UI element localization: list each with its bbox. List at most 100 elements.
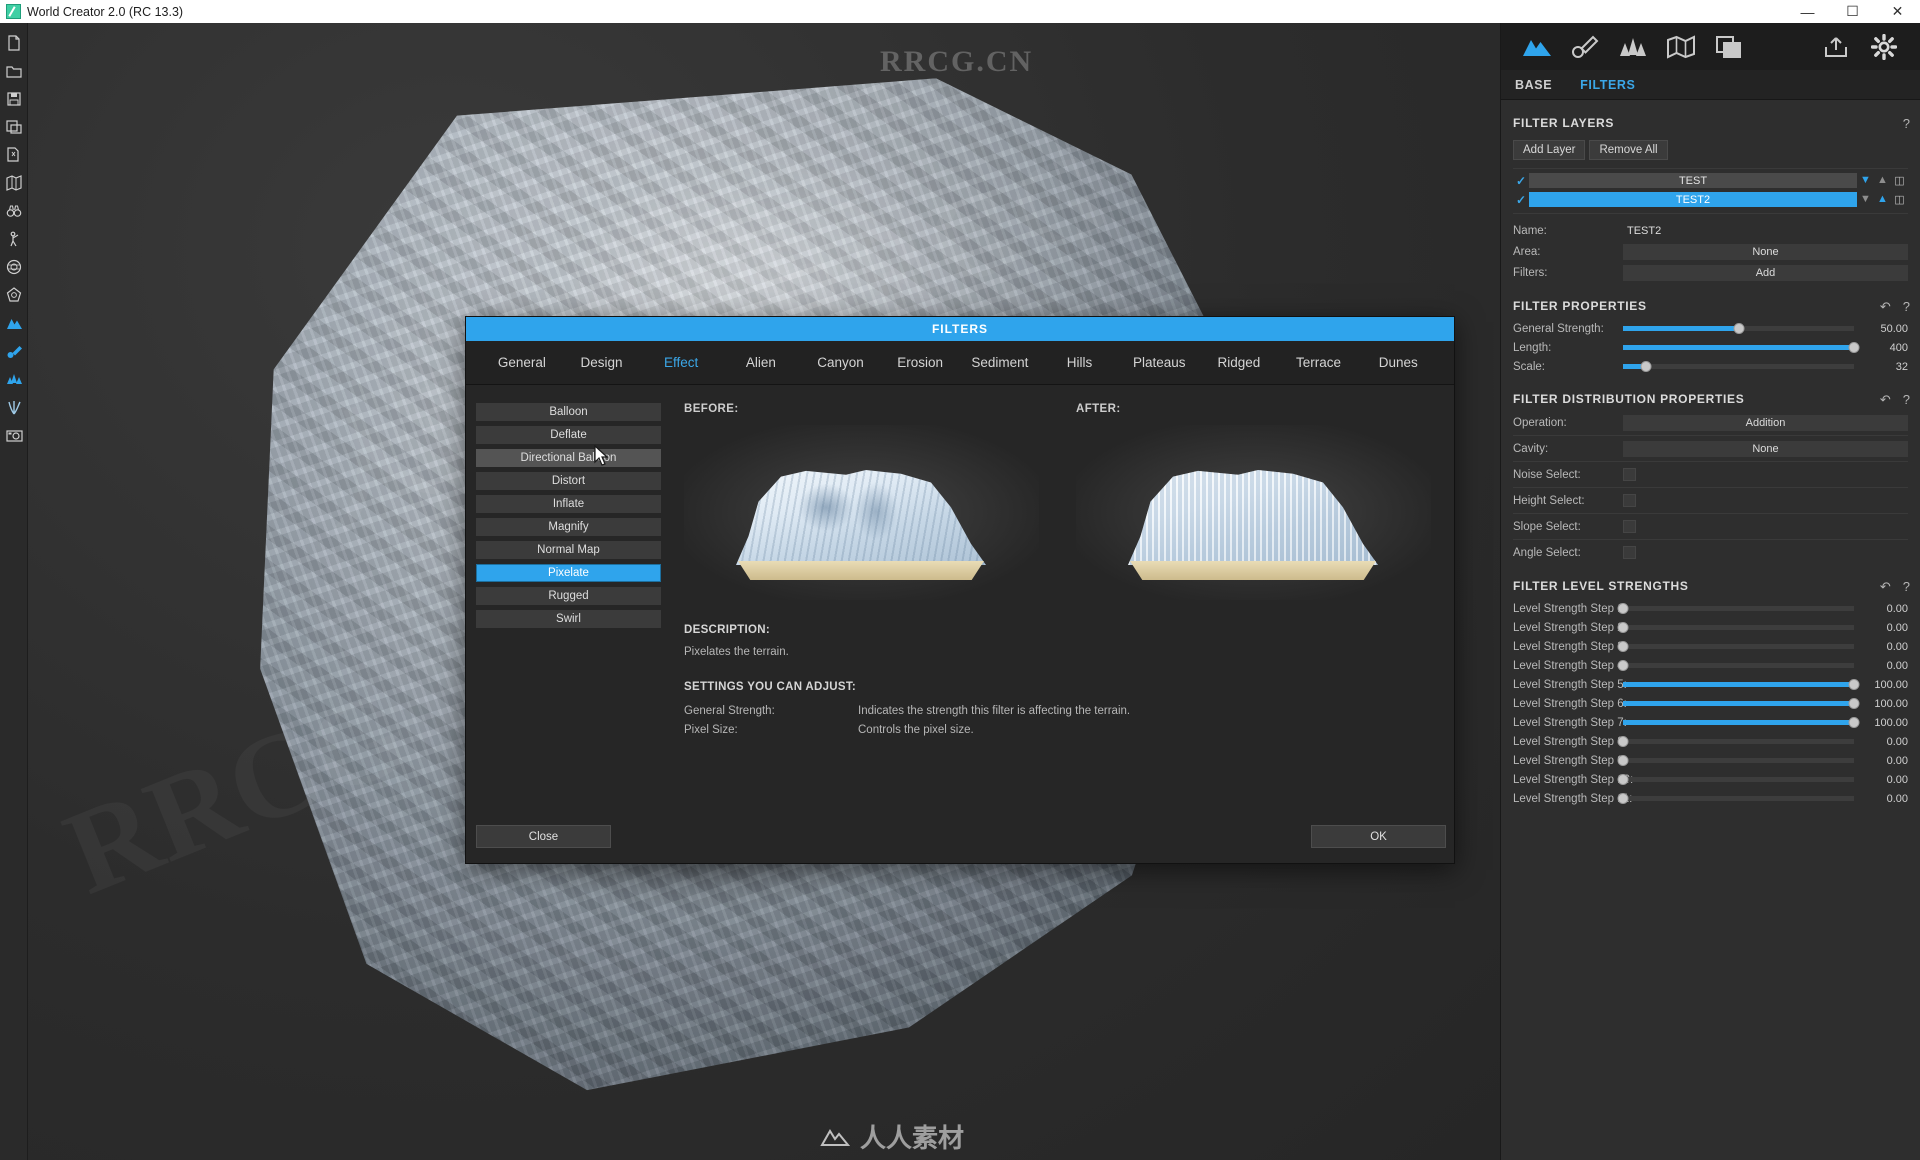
length-slider-row[interactable]: Length: 400 <box>1501 338 1920 357</box>
layer-filters-field-row[interactable]: Filters: Add <box>1501 262 1920 283</box>
new-file-icon[interactable] <box>0 29 28 57</box>
layer-name-label[interactable]: TEST2 <box>1529 192 1857 207</box>
angle-select-swatch[interactable] <box>1623 546 1636 559</box>
angle-select-row[interactable]: Angle Select: <box>1501 542 1920 563</box>
area-dropdown[interactable]: None <box>1623 243 1908 260</box>
dialog-tab-alien[interactable]: Alien <box>721 355 801 370</box>
height-select-row[interactable]: Height Select: <box>1501 490 1920 511</box>
filters-dialog-footer[interactable]: Close OK <box>466 815 1456 863</box>
level-strength-slider-row[interactable]: Level Strength Step 8: 0.00 <box>1501 732 1920 751</box>
slope-select-row[interactable]: Slope Select: <box>1501 516 1920 537</box>
dialog-tab-effect[interactable]: Effect <box>641 355 721 370</box>
filter-item-swirl[interactable]: Swirl <box>476 610 661 628</box>
layer-area-field-row[interactable]: Area: None <box>1501 241 1920 262</box>
name-input[interactable]: TEST2 <box>1623 223 1908 239</box>
dialog-tab-dunes[interactable]: Dunes <box>1358 355 1438 370</box>
filter-item-normal-map[interactable]: Normal Map <box>476 541 661 559</box>
filter-item-balloon[interactable]: Balloon <box>476 403 661 421</box>
dialog-tab-general[interactable]: General <box>482 355 562 370</box>
level-strength-slider-row[interactable]: Level Strength Step 11: 0.00 <box>1501 789 1920 808</box>
level-strength-slider-row[interactable]: Level Strength Step 7: 100.00 <box>1501 713 1920 732</box>
operation-row[interactable]: Operation: Addition <box>1501 412 1920 433</box>
filter-item-deflate[interactable]: Deflate <box>476 426 661 444</box>
filter-item-pixelate[interactable]: Pixelate <box>476 564 661 582</box>
layer-delete-icon[interactable]: ◫ <box>1891 193 1908 206</box>
map-mode-icon[interactable] <box>1657 27 1705 67</box>
noise-select-row[interactable]: Noise Select: <box>1501 464 1920 485</box>
slope-select-swatch[interactable] <box>1623 520 1636 533</box>
remove-all-button[interactable]: Remove All <box>1589 140 1668 160</box>
layer-name-field-row[interactable]: Name: TEST2 <box>1501 220 1920 241</box>
duplicate-icon[interactable] <box>0 141 28 169</box>
vegetation-mode-icon[interactable] <box>1609 27 1657 67</box>
filters-dialog-body[interactable]: Balloon Deflate Directional Balloon Distort… <box>466 385 1454 815</box>
map-icon[interactable] <box>0 169 28 197</box>
reset-icon[interactable]: ↶ <box>1880 580 1891 593</box>
level-strength-slider-row[interactable]: Level Strength Step 6: 100.00 <box>1501 694 1920 713</box>
settings-gear-icon[interactable] <box>1860 27 1908 67</box>
level-strength-slider[interactable] <box>1617 641 1854 652</box>
general-strength-slider-row[interactable]: General Strength: 50.00 <box>1501 319 1920 338</box>
layer-move-up-icon[interactable]: ▲ <box>1874 194 1891 205</box>
level-strength-slider[interactable] <box>1617 603 1854 614</box>
dialog-tab-hills[interactable]: Hills <box>1040 355 1120 370</box>
level-strength-slider-row[interactable]: Level Strength Step 5: 100.00 <box>1501 675 1920 694</box>
layer-row-test2[interactable]: ✓ TEST2 ▼ ▲ ◫ <box>1513 191 1908 208</box>
gem-icon[interactable] <box>0 281 28 309</box>
level-strength-slider[interactable] <box>1617 736 1854 747</box>
left-tool-rail[interactable] <box>0 23 28 1160</box>
panel-mode-toolbar[interactable] <box>1501 23 1920 70</box>
right-properties-panel[interactable]: BASE FILTERS FILTER LAYERS ? Add Layer R… <box>1500 23 1920 1160</box>
paint-icon[interactable] <box>0 337 28 365</box>
level-strength-slider-row[interactable]: Level Strength Step 4: 0.00 <box>1501 656 1920 675</box>
filter-item-inflate[interactable]: Inflate <box>476 495 661 513</box>
layer-delete-icon[interactable]: ◫ <box>1891 174 1908 187</box>
level-strength-slider-row[interactable]: Level Strength Step 10: 0.00 <box>1501 770 1920 789</box>
save-as-icon[interactable] <box>0 113 28 141</box>
layer-visible-checkbox[interactable]: ✓ <box>1513 193 1529 207</box>
help-icon[interactable]: ? <box>1903 117 1910 130</box>
camera-icon[interactable] <box>0 421 28 449</box>
operation-dropdown[interactable]: Addition <box>1623 414 1908 431</box>
filter-layers-buttons[interactable]: Add Layer Remove All <box>1501 136 1920 166</box>
noise-select-swatch[interactable] <box>1623 468 1636 481</box>
general-strength-slider[interactable] <box>1623 323 1854 334</box>
dialog-tab-sediment[interactable]: Sediment <box>960 355 1040 370</box>
level-strength-slider[interactable] <box>1623 717 1860 728</box>
filter-item-directional-balloon[interactable]: Directional Balloon <box>476 449 661 467</box>
tab-base[interactable]: BASE <box>1515 78 1552 92</box>
layer-row-test[interactable]: ✓ TEST ▼ ▲ ◫ <box>1513 172 1908 189</box>
layer-name-label[interactable]: TEST <box>1529 173 1857 188</box>
help-icon[interactable]: ? <box>1903 580 1910 593</box>
level-strength-slider[interactable] <box>1623 698 1860 709</box>
dialog-tab-ridged[interactable]: Ridged <box>1199 355 1279 370</box>
globe-icon[interactable] <box>0 253 28 281</box>
filter-layer-list[interactable]: ✓ TEST ▼ ▲ ◫ ✓ TEST2 ▼ ▲ ◫ <box>1513 168 1908 214</box>
dialog-tab-erosion[interactable]: Erosion <box>880 355 960 370</box>
filter-item-distort[interactable]: Distort <box>476 472 661 490</box>
layer-move-up-icon[interactable]: ▲ <box>1874 175 1891 186</box>
dialog-tab-canyon[interactable]: Canyon <box>801 355 881 370</box>
level-strength-slider-row[interactable]: Level Strength Step 3: 0.00 <box>1501 637 1920 656</box>
filters-add-button[interactable]: Add <box>1623 264 1908 281</box>
close-button[interactable]: ✕ <box>1875 0 1920 23</box>
level-strength-slider-row[interactable]: Level Strength Step 9: 0.00 <box>1501 751 1920 770</box>
cavity-row[interactable]: Cavity: None <box>1501 438 1920 459</box>
level-strength-slider[interactable] <box>1617 660 1854 671</box>
add-layer-button[interactable]: Add Layer <box>1513 140 1586 160</box>
tab-filters[interactable]: FILTERS <box>1580 78 1635 92</box>
level-strength-slider[interactable] <box>1623 679 1860 690</box>
trees-icon[interactable] <box>0 365 28 393</box>
close-button[interactable]: Close <box>476 825 611 848</box>
level-strength-slider[interactable] <box>1617 755 1854 766</box>
cavity-dropdown[interactable]: None <box>1623 440 1908 457</box>
save-icon[interactable] <box>0 85 28 113</box>
binoculars-icon[interactable] <box>0 197 28 225</box>
reset-icon[interactable]: ↶ <box>1880 393 1891 406</box>
layers-mode-icon[interactable] <box>1705 27 1753 67</box>
dialog-tab-terrace[interactable]: Terrace <box>1279 355 1359 370</box>
reset-icon[interactable]: ↶ <box>1880 300 1891 313</box>
maximize-button[interactable]: ☐ <box>1830 0 1875 23</box>
filters-dialog[interactable]: FILTERS General Design Effect Alien Canyon Er… <box>465 316 1455 864</box>
level-strength-slider-row[interactable]: Level Strength Step 1: 0.00 <box>1501 599 1920 618</box>
